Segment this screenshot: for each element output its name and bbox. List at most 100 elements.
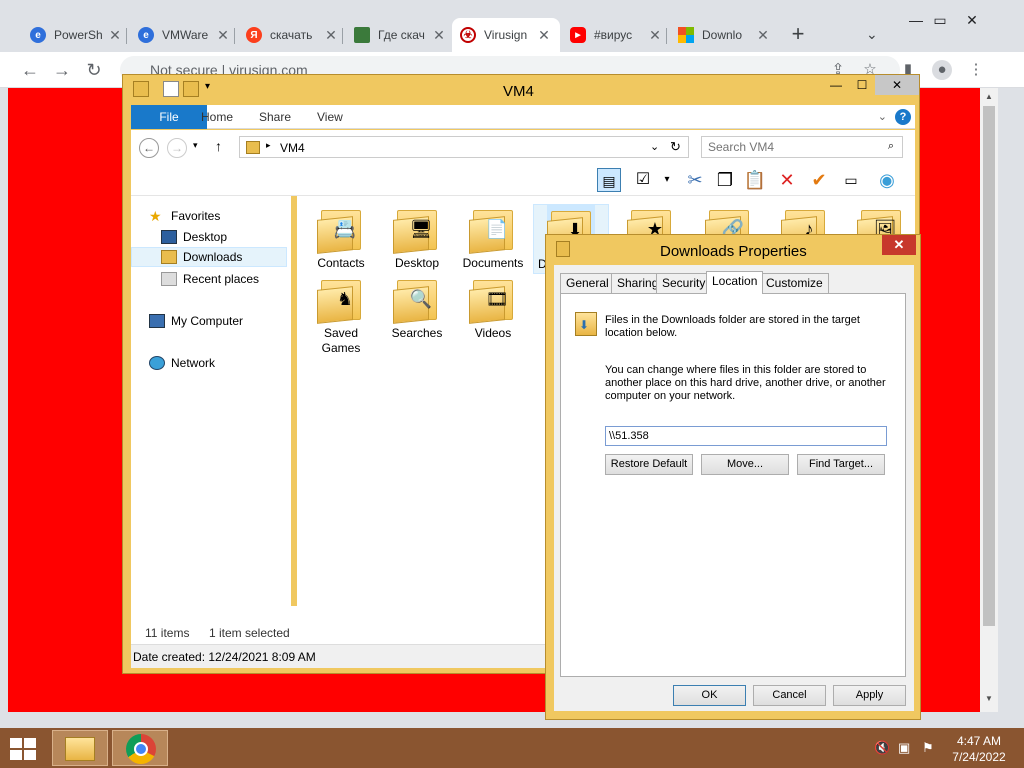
explorer-titlebar[interactable]: ▾ VM4 — ☐ ✕ xyxy=(123,75,919,103)
nav-recent-places[interactable]: Recent places xyxy=(161,269,259,289)
up-arrow-icon[interactable]: ↑ xyxy=(215,138,222,154)
scroll-down-icon[interactable]: ▼ xyxy=(980,692,998,706)
folder-item[interactable]: 📇 Contacts xyxy=(303,204,379,271)
action-center-icon[interactable]: ⚑ xyxy=(922,740,934,756)
close-icon[interactable]: ✕ xyxy=(215,27,231,44)
tab-location[interactable]: Location xyxy=(706,271,764,294)
tab-general[interactable]: General xyxy=(560,273,615,293)
file-label: Desktop xyxy=(394,256,440,270)
folder-item[interactable]: 🎞 Videos xyxy=(455,274,531,341)
properties-icon[interactable] xyxy=(163,81,179,97)
copy-icon[interactable]: ❐ xyxy=(713,168,737,192)
scrollbar[interactable]: ▲ ▼ xyxy=(980,88,998,712)
tab-customize[interactable]: Customize xyxy=(760,273,829,293)
ribbon-expand-icon[interactable]: ⌄? xyxy=(878,109,911,125)
tab-powershell[interactable]: e PowerSh ✕ xyxy=(22,18,131,52)
close-icon[interactable]: ✕ xyxy=(875,75,919,95)
chevron-down-icon[interactable]: ⌄ xyxy=(650,140,659,153)
taskbar-explorer[interactable] xyxy=(52,730,108,766)
cancel-button[interactable]: Cancel xyxy=(753,685,826,706)
tab-yandex[interactable]: Я скачать ✕ xyxy=(238,18,347,52)
file-label: Videos xyxy=(474,326,512,340)
close-icon[interactable]: ✕ xyxy=(755,27,771,44)
restore-default-button[interactable]: Restore Default xyxy=(605,454,693,475)
clock[interactable]: 4:47 AM 7/24/2022 xyxy=(946,733,1012,765)
folder-item[interactable]: 📄 Documents xyxy=(455,204,531,271)
scroll-up-icon[interactable]: ▲ xyxy=(980,90,998,104)
menu-icon[interactable]: ⋮ xyxy=(966,60,986,80)
tab-share[interactable]: Share xyxy=(245,105,305,129)
tab-vmware[interactable]: e VMWare ✕ xyxy=(130,18,239,52)
view-options-icon[interactable]: ☑ xyxy=(631,168,655,192)
check-icon[interactable]: ✔ xyxy=(807,168,831,192)
paste-icon[interactable]: 📋 xyxy=(743,168,767,192)
close-window-icon[interactable]: ✕ xyxy=(960,10,984,30)
tab-download[interactable]: Downlo ✕ xyxy=(670,18,779,52)
refresh-icon[interactable]: ↻ xyxy=(670,139,681,155)
folder-item[interactable]: 🔍 Searches xyxy=(379,274,455,341)
network-status-icon[interactable]: ▣ xyxy=(898,740,910,756)
target-path-field[interactable] xyxy=(605,426,887,446)
nav-downloads[interactable]: Downloads xyxy=(131,247,287,267)
close-icon[interactable]: ✕ xyxy=(107,27,123,44)
ok-button[interactable]: OK xyxy=(673,685,746,706)
find-target-button[interactable]: Find Target... xyxy=(797,454,885,475)
tab-view[interactable]: View xyxy=(303,105,357,129)
minimize-icon[interactable]: — xyxy=(904,10,928,30)
tab-virusign[interactable]: ☣ Virusign ✕ xyxy=(452,18,560,52)
search-icon[interactable]: ⌕ xyxy=(888,140,894,153)
tab-home[interactable]: Home xyxy=(187,105,247,129)
apply-button[interactable]: Apply xyxy=(833,685,906,706)
reload-icon[interactable]: ↻ xyxy=(82,58,106,82)
maximize-icon[interactable]: ▭ xyxy=(928,10,952,30)
forward-arrow-icon[interactable]: → xyxy=(50,58,74,82)
close-icon[interactable]: ✕ xyxy=(647,27,663,44)
explorer-address-box[interactable]: ▸ VM4 ⌄ ↻ xyxy=(239,136,689,158)
taskbar-chrome[interactable] xyxy=(112,730,168,766)
image-icon xyxy=(354,27,370,43)
folder-item[interactable]: ♞ Saved Games xyxy=(303,274,379,356)
nav-network[interactable]: Network xyxy=(149,353,215,373)
tab-search-icon[interactable]: ⌄ xyxy=(866,26,886,42)
cut-icon[interactable]: ✂ xyxy=(683,168,707,192)
volume-muted-icon[interactable]: 🔇 xyxy=(874,740,890,756)
tab-security[interactable]: Security xyxy=(656,273,712,293)
nav-desktop[interactable]: Desktop xyxy=(161,227,227,247)
close-icon[interactable]: ✕ xyxy=(323,27,339,44)
breadcrumb[interactable]: VM4 xyxy=(280,141,305,155)
start-button[interactable] xyxy=(10,738,38,760)
qat-dropdown-icon[interactable]: ▾ xyxy=(205,81,221,97)
folder-item[interactable]: 🖥 Desktop xyxy=(379,204,455,271)
dialog-titlebar[interactable]: Downloads Properties ✕ xyxy=(546,235,920,265)
minimize-icon[interactable]: — xyxy=(823,75,849,95)
help-icon[interactable]: ? xyxy=(895,109,911,125)
tab-youtube[interactable]: ▶ #вирус ✕ xyxy=(562,18,671,52)
forward-arrow-icon[interactable]: → xyxy=(167,138,187,158)
back-arrow-icon[interactable]: ← xyxy=(139,138,159,158)
nav-favorites[interactable]: ★ Favorites xyxy=(149,206,220,226)
delete-icon[interactable]: ✕ xyxy=(775,168,799,192)
close-icon[interactable]: ✕ xyxy=(431,27,447,44)
recent-dropdown-icon[interactable]: ▾ xyxy=(193,140,198,151)
location-panel: ⬇ Files in the Downloads folder are stor… xyxy=(560,293,906,677)
search-box[interactable]: ⌕ xyxy=(701,136,903,158)
tab-where-download[interactable]: Где скач ✕ xyxy=(346,18,455,52)
scroll-thumb[interactable] xyxy=(983,106,995,626)
view-dropdown-icon[interactable]: ▾ xyxy=(655,168,679,192)
nav-my-computer[interactable]: My Computer xyxy=(149,311,243,331)
window-controls: — ☐ ✕ xyxy=(823,75,919,97)
close-icon[interactable]: ✕ xyxy=(882,235,916,255)
preview-pane-icon[interactable]: ▤ xyxy=(597,168,621,192)
new-tab-button[interactable]: + xyxy=(786,22,810,46)
new-folder-icon[interactable] xyxy=(183,81,199,97)
search-input[interactable] xyxy=(702,137,872,157)
microsoft-logo-icon xyxy=(678,27,694,43)
rename-icon[interactable]: ▭ xyxy=(839,168,863,192)
tab-title: Virusign xyxy=(484,28,528,42)
maximize-icon[interactable]: ☐ xyxy=(849,75,875,95)
profile-icon[interactable]: ● xyxy=(932,60,952,80)
move-button[interactable]: Move... xyxy=(701,454,789,475)
globe-icon[interactable]: ◉ xyxy=(875,168,899,192)
back-arrow-icon[interactable]: ← xyxy=(18,58,42,82)
close-icon[interactable]: ✕ xyxy=(536,27,552,44)
